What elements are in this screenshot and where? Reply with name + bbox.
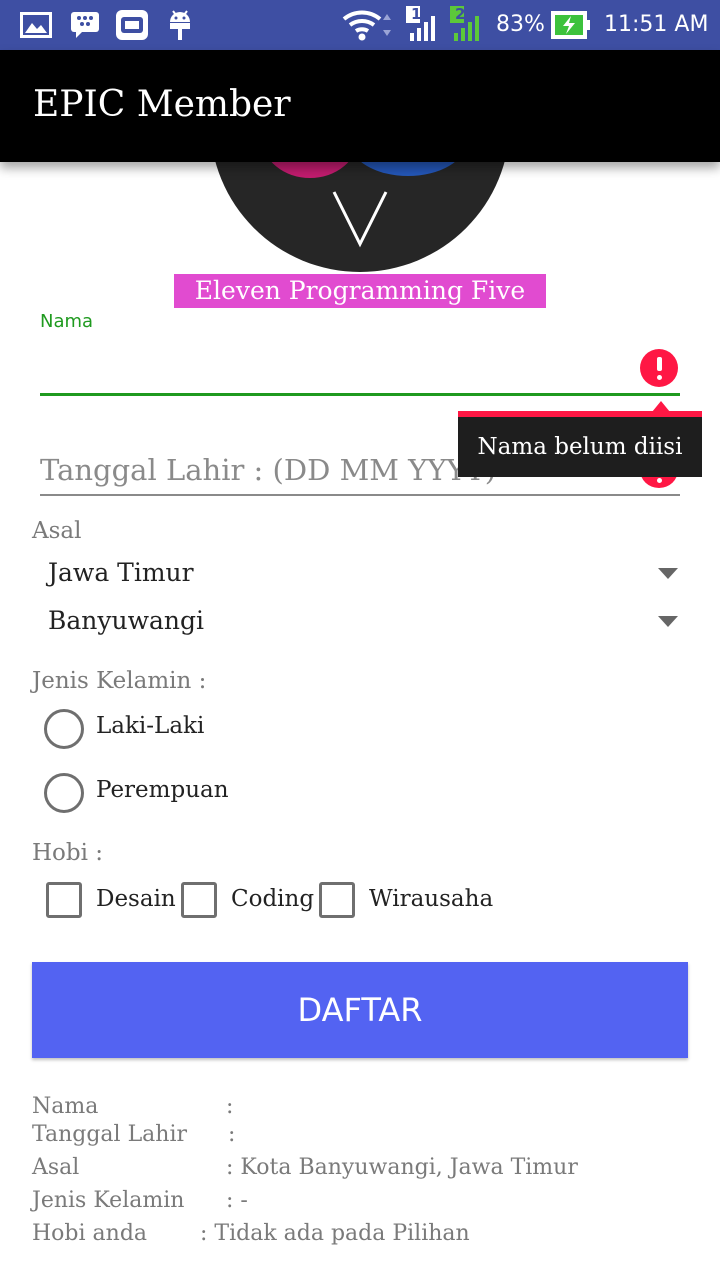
app-bar: EPIC Member <box>0 50 720 162</box>
nama-label: Nama <box>40 311 94 332</box>
logo-caption: Eleven Programming Five Crick <box>174 274 546 339</box>
output-tanggal-value: : <box>228 1122 236 1147</box>
output-jk-label: Jenis Kelamin <box>32 1188 185 1213</box>
output-hobi-value: : Tidak ada pada Pilihan <box>200 1221 470 1246</box>
output-jk-value: : - <box>226 1188 248 1213</box>
wifi-icon <box>342 10 391 41</box>
hobi-label: Hobi : <box>32 840 104 866</box>
asal-label: Asal <box>32 518 82 544</box>
province-spinner[interactable]: Jawa Timur <box>40 552 688 596</box>
checkbox-icon <box>181 882 217 918</box>
app-icon <box>116 10 148 40</box>
error-tooltip: Nama belum diisi <box>458 411 702 477</box>
output-tanggal-label: Tanggal Lahir <box>32 1122 188 1147</box>
checkbox-icon <box>319 882 355 918</box>
sim2-label: 2 <box>455 5 466 23</box>
battery-percent: 83% <box>496 12 545 37</box>
gallery-icon <box>20 12 52 38</box>
output-asal-value: : Kota Banyuwangi, Jawa Timur <box>226 1155 578 1180</box>
output-nama-label: Nama <box>32 1094 99 1119</box>
android-icon <box>170 10 190 40</box>
dropdown-arrow-icon <box>658 616 678 627</box>
radio-label: Laki-Laki <box>96 713 205 739</box>
checkbox-desain[interactable]: Desain <box>46 882 176 920</box>
province-value: Jawa Timur <box>48 558 194 587</box>
bbm-icon <box>71 12 99 38</box>
dropdown-arrow-icon <box>658 568 678 579</box>
radio-perempuan[interactable]: Perempuan <box>44 773 344 813</box>
nama-input[interactable] <box>40 338 634 392</box>
checkbox-icon <box>46 882 82 918</box>
output-nama-value: : <box>226 1094 234 1119</box>
radio-label: Perempuan <box>96 777 229 803</box>
checkbox-coding[interactable]: Coding <box>181 882 314 920</box>
gender-label: Jenis Kelamin : <box>32 668 207 694</box>
city-value: Banyuwangi <box>48 606 205 635</box>
tanggal-underline <box>40 494 680 496</box>
output-hobi-label: Hobi anda <box>32 1221 148 1246</box>
radio-circle-icon <box>44 773 84 813</box>
checkbox-label: Coding <box>231 886 315 912</box>
checkbox-label: Wirausaha <box>369 886 494 912</box>
battery-charging-icon <box>551 11 590 39</box>
radio-circle-icon <box>44 709 84 749</box>
clock: 11:51 AM <box>604 12 709 37</box>
app-title: EPIC Member <box>33 84 291 125</box>
nama-underline <box>40 393 680 396</box>
city-spinner[interactable]: Banyuwangi <box>40 600 688 644</box>
checkbox-label: Desain <box>96 886 176 912</box>
checkbox-wirausaha[interactable]: Wirausaha <box>319 882 493 920</box>
error-icon[interactable] <box>640 349 678 387</box>
sim1-label: 1 <box>411 5 422 23</box>
status-bar: 1 2 83% 11:51 AM <box>0 0 720 50</box>
radio-laki-laki[interactable]: Laki-Laki <box>44 709 344 749</box>
output-asal-label: Asal <box>32 1155 80 1180</box>
daftar-button[interactable]: DAFTAR <box>32 962 688 1058</box>
